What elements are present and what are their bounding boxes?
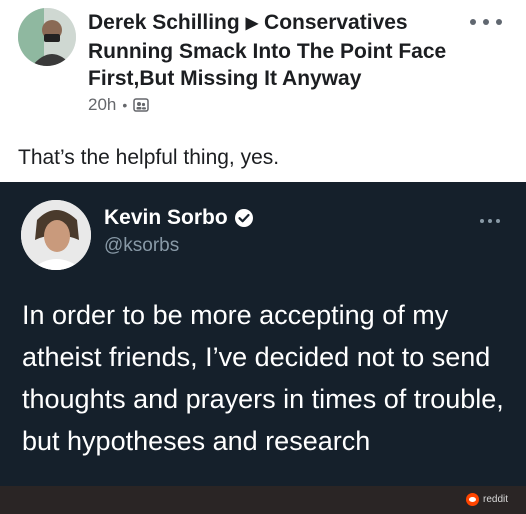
tweet-more-options-icon [480,219,500,225]
post-meta: 20h • [88,95,150,115]
reddit-watermark: reddit [465,493,508,506]
privacy-group-icon [133,97,150,113]
tweet-name-text: Kevin Sorbo [104,206,228,229]
post-time[interactable]: 20h [88,95,116,115]
footer-bar: reddit [0,486,526,514]
separator-dot: • [122,97,128,113]
reddit-logo-icon [465,493,479,506]
tweet-author-name: Kevin Sorbo [104,206,254,230]
tweet-body-text: In order to be more accepting of my athe… [22,300,504,456]
tweet-screenshot: Kevin Sorbo @ksorbs In order to be more … [0,182,526,514]
tweet-avatar [21,200,91,270]
arrow-right-icon: ▶ [245,15,259,32]
author-name[interactable]: Derek Schilling [88,11,240,34]
author-avatar[interactable] [18,8,76,66]
post-caption: That’s the helpful thing, yes. [18,146,280,169]
verified-badge-icon [234,208,254,228]
post-more-options-icon[interactable] [470,12,502,32]
reddit-label: reddit [482,494,508,505]
tweet-handle: @ksorbs [104,235,180,256]
post-header: Derek Schilling ▶ Conservatives Running Sm… [0,0,526,130]
post-title: Derek Schilling ▶ Conservatives Running Sm… [88,9,458,92]
